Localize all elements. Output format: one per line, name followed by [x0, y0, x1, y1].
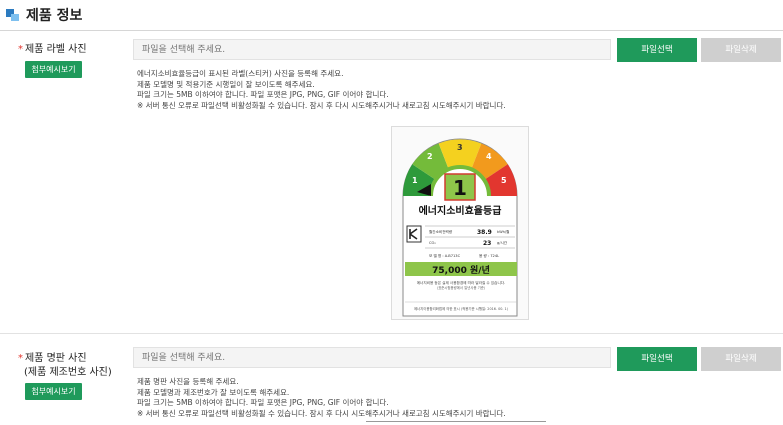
gauge-number: 3: [457, 143, 463, 152]
label-photo-delete-button[interactable]: 파일삭제: [701, 38, 781, 62]
nameplate-photo-help-text: 제품 명판 사진을 등록해 주세요. 제품 모델명과 제조번호가 잘 보이도록 …: [137, 377, 506, 419]
help-line: 제품 명판 사진을 등록해 주세요.: [137, 377, 239, 386]
label-photo-help-text: 에너지소비효율등급이 표시된 라벨(스티커) 사진을 등록해 주세요. 제품 모…: [137, 69, 506, 111]
text-underline: [366, 421, 546, 422]
energy-label-example-image: 1 2 3 4 5 1 에너지소비효율등급 월간소비전력량 38.9 kWh/월…: [391, 126, 529, 320]
gauge-number: 5: [501, 176, 507, 185]
svg-text:에너지비용 등은 실제 사용환경에 따라 달라질 수 있습니: 에너지비용 등은 실제 사용환경에 따라 달라질 수 있습니다.: [417, 280, 506, 285]
svg-text:kWh/월: kWh/월: [497, 229, 509, 234]
section-header: 제품 정보: [6, 5, 82, 25]
help-line: 제품 모델명 및 적용기준 시행일이 잘 보이도록 해주세요.: [137, 79, 315, 89]
nameplate-photo-select-button[interactable]: 파일선택: [617, 347, 697, 371]
kc-mark-icon: [406, 225, 422, 243]
gauge-number: 1: [412, 176, 418, 185]
energy-label-title: 에너지소비효율등급: [419, 204, 502, 217]
label-photo-select-button[interactable]: 파일선택: [617, 38, 697, 62]
nameplate-photo-delete-button[interactable]: 파일삭제: [701, 347, 781, 371]
help-line: ※ 서버 통신 오류로 파일선택 비활성화될 수 있습니다. 잠시 후 다시 시…: [137, 408, 506, 418]
svg-text:23: 23: [483, 240, 491, 247]
header-divider: [0, 30, 783, 31]
annual-cost: 75,000 원/년: [432, 264, 490, 276]
svg-text:모 델 명 : A-B713C: 모 델 명 : A-B713C: [429, 253, 461, 258]
help-line: ※ 서버 통신 오류로 파일선택 비활성화될 수 있습니다. 잠시 후 다시 시…: [137, 100, 506, 110]
label-photo-file-input[interactable]: [133, 39, 611, 60]
row-divider: [0, 333, 783, 334]
help-line: 제품 모델명과 제조번호가 잘 보이도록 해주세요.: [137, 387, 290, 397]
svg-text:g/시간: g/시간: [497, 240, 508, 245]
nameplate-photo-file-input[interactable]: [133, 347, 611, 368]
required-mark: *: [18, 353, 23, 364]
svg-text:CO₂: CO₂: [429, 241, 436, 245]
svg-text:에너지이용합리화법에 의한 표시 (적용기준 시행일: 20: 에너지이용합리화법에 의한 표시 (적용기준 시행일: 2016. 00. 1): [414, 306, 509, 311]
nameplate-photo-label-subtext: (제품 제조번호 사진): [24, 367, 112, 378]
help-line: 파일 크기는 5MB 이하여야 합니다. 파일 포맷은 JPG, PNG, GI…: [137, 90, 389, 99]
svg-text:38.9: 38.9: [477, 229, 492, 236]
section-title: 제품 정보: [26, 8, 83, 24]
required-mark: *: [18, 44, 23, 55]
label-photo-label-text: 제품 라벨 사진: [25, 44, 87, 55]
help-line: 에너지소비효율등급이 표시된 라벨(스티커) 사진을 등록해 주세요.: [137, 69, 344, 78]
gauge-number: 4: [486, 152, 492, 161]
label-photo-field-label: * 제품 라벨 사진: [18, 43, 87, 57]
nameplate-photo-label-text: 제품 명판 사진: [25, 353, 87, 364]
svg-text:용 량 : 724L: 용 량 : 724L: [479, 253, 499, 258]
svg-text:(표준시험용량에서 일년사용 기준): (표준시험용량에서 일년사용 기준): [437, 285, 486, 290]
svg-text:월간소비전력량: 월간소비전력량: [429, 229, 453, 234]
label-photo-example-button[interactable]: 첨부예시보기: [25, 61, 82, 78]
nameplate-photo-example-button[interactable]: 첨부예시보기: [25, 383, 82, 400]
grade-number: 1: [453, 176, 467, 200]
help-line: 파일 크기는 5MB 이하여야 합니다. 파일 포맷은 JPG, PNG, GI…: [137, 398, 389, 407]
nameplate-photo-field-label: * 제품 명판 사진 (제품 제조번호 사진): [18, 352, 112, 380]
section-square-icon: [6, 9, 20, 21]
gauge-number: 2: [427, 152, 433, 161]
